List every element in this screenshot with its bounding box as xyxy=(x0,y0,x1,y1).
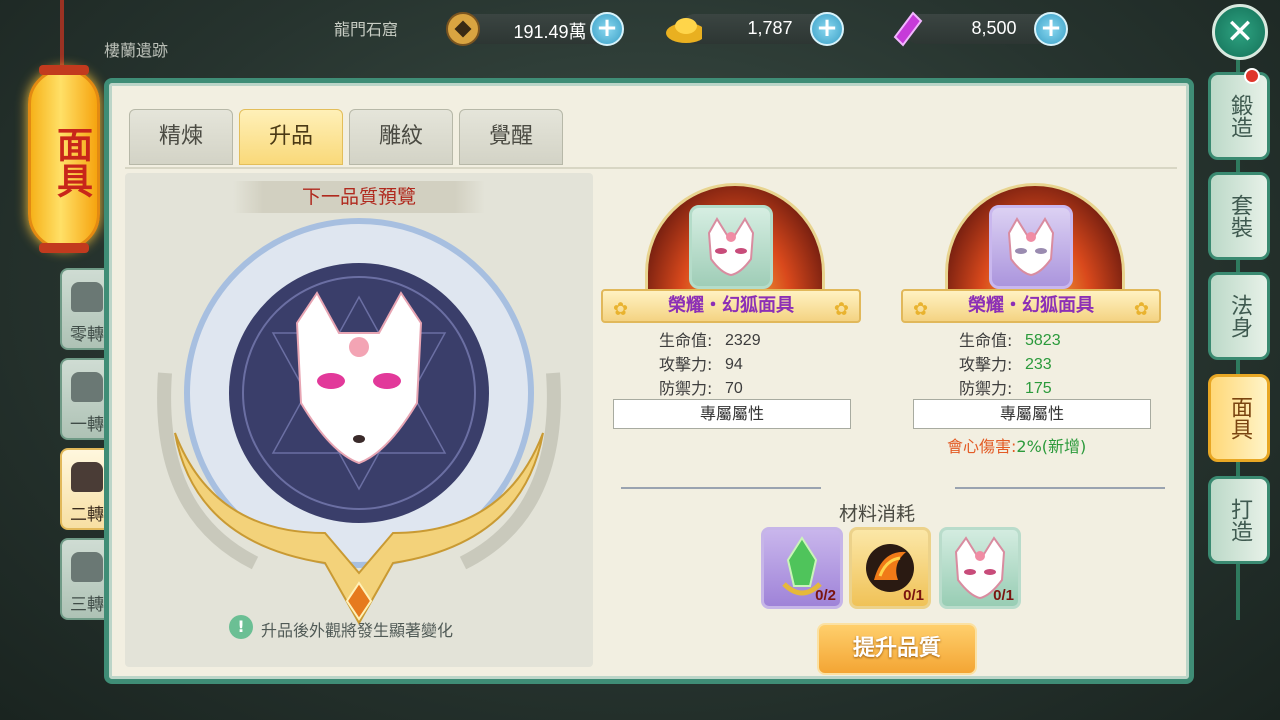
exclusive-attribute-box: 專屬屬性 xyxy=(913,399,1151,429)
info-icon: ! xyxy=(229,615,253,639)
item-name-banner: ✿ 榮耀・幻狐面具 ✿ xyxy=(901,289,1161,323)
stat-atk-value: 233 xyxy=(1025,356,1052,373)
page-title: 面具 xyxy=(51,126,92,198)
location-previous: 樓蘭遺跡 xyxy=(104,41,169,60)
stat-def-label: 防禦力: xyxy=(959,379,1013,398)
stat-hp-label: 生命值: xyxy=(959,331,1013,350)
armor-icon xyxy=(71,462,103,492)
gem-resource: 8,500 + xyxy=(893,11,1068,47)
copper-coin-icon xyxy=(444,10,482,48)
fox-mask-icon[interactable] xyxy=(989,205,1073,289)
tab-upgrade[interactable]: 升品 xyxy=(239,109,343,165)
stat-hp-value: 2329 xyxy=(725,332,761,349)
gold-value: 1,787 xyxy=(747,18,793,38)
divider xyxy=(621,487,821,489)
crit-damage-line: 會心傷害:2%(新增) xyxy=(947,433,1086,457)
side-tab-set[interactable]: 套裝 xyxy=(1208,172,1270,260)
armor-icon xyxy=(71,552,103,582)
location-current: 龍門石窟 xyxy=(334,20,399,39)
lantern-rope xyxy=(60,0,64,70)
material-count: 0/2 xyxy=(815,587,836,604)
copper-resource: 191.49萬 + xyxy=(446,12,624,46)
stat-atk-label: 攻擊力: xyxy=(659,355,713,374)
tier-tab-1[interactable]: 一轉 xyxy=(60,358,110,440)
copper-value: 191.49萬 xyxy=(513,22,587,42)
material-count: 0/1 xyxy=(903,587,924,604)
side-tab-forge[interactable]: 鍛造 xyxy=(1208,72,1270,160)
divider xyxy=(955,487,1165,489)
flower-icon: ✿ xyxy=(833,299,849,320)
exclusive-attribute-box: 專屬屬性 xyxy=(613,399,851,429)
notification-dot xyxy=(1244,68,1260,84)
gem-value: 8,500 xyxy=(971,18,1017,38)
add-gold-button[interactable]: + xyxy=(810,12,844,46)
stat-hp-label: 生命值: xyxy=(659,331,713,350)
gold-resource: 1,787 + xyxy=(666,12,844,46)
preview-hint: 升品後外觀將發生顯著變化 xyxy=(261,621,454,640)
crit-value: 2%(新增) xyxy=(1016,437,1087,456)
fox-mask-icon[interactable] xyxy=(689,205,773,289)
add-gem-button[interactable]: + xyxy=(1034,12,1068,46)
materials-title: 材料消耗 xyxy=(839,503,916,525)
flower-icon: ✿ xyxy=(1133,299,1149,320)
tab-refine[interactable]: 精煉 xyxy=(129,109,233,165)
tier-tab-3[interactable]: 三轉 xyxy=(60,538,110,620)
main-panel: 精煉 升品 雕紋 覺醒 下一品質預覽 ! 升品後外觀將發生顯著變化 ✿ 榮耀・幻… xyxy=(104,78,1194,684)
stat-def-label: 防禦力: xyxy=(659,379,713,398)
material-slot-crystal[interactable]: 0/2 xyxy=(761,527,843,609)
stats-list: 生命值: 2329 攻擊力: 94 防禦力: 70 xyxy=(659,329,761,401)
lantern-title-badge: 面具 xyxy=(28,65,100,253)
material-count: 0/1 xyxy=(993,587,1014,604)
close-icon[interactable]: ✕ xyxy=(1212,4,1268,60)
gold-ingot-icon xyxy=(664,10,702,48)
purple-gem-icon xyxy=(888,10,926,48)
fox-mask-preview-image xyxy=(157,218,561,626)
flower-icon: ✿ xyxy=(913,299,929,320)
add-copper-button[interactable]: + xyxy=(590,12,624,46)
stats-list: 生命值: 5823 攻擊力: 233 防禦力: 175 xyxy=(959,329,1061,401)
side-tab-craft[interactable]: 打造 xyxy=(1208,476,1270,564)
preview-title: 下一品質預覽 xyxy=(233,181,485,213)
tier-tab-2[interactable]: 二轉 xyxy=(60,448,110,530)
tier-tab-0[interactable]: 零轉 xyxy=(60,268,110,350)
tab-divider xyxy=(125,167,1177,169)
tab-awaken[interactable]: 覺醒 xyxy=(459,109,563,165)
upgrade-quality-button[interactable]: 提升品質 xyxy=(817,623,977,675)
stat-atk-label: 攻擊力: xyxy=(959,355,1013,374)
item-name-banner: ✿ 榮耀・幻狐面具 ✿ xyxy=(601,289,861,323)
stat-hp-value: 5823 xyxy=(1025,332,1061,349)
side-tab-mask[interactable]: 面具 xyxy=(1208,374,1270,462)
armor-icon xyxy=(71,372,103,402)
next-item-card: ✿ 榮耀・幻狐面具 ✿ 生命值: 5823 攻擊力: 233 防禦力: 175 專屬屬… xyxy=(901,179,1169,459)
armor-icon xyxy=(71,282,103,312)
flower-icon: ✿ xyxy=(613,299,629,320)
material-slot-mask[interactable]: 0/1 xyxy=(939,527,1021,609)
current-item-card: ✿ 榮耀・幻狐面具 ✿ 生命值: 2329 攻擊力: 94 防禦力: 70 專屬屬性 xyxy=(601,179,869,459)
stat-atk-value: 94 xyxy=(725,356,743,373)
top-bar: 龍門石窟 樓蘭遺跡 191.49萬 + 1,787 + 8,500 + ✕ xyxy=(0,0,1280,60)
item-name: 榮耀・幻狐面具 xyxy=(968,295,1094,316)
preview-panel: 下一品質預覽 ! 升品後外觀將發生顯著變化 xyxy=(125,173,593,667)
item-name: 榮耀・幻狐面具 xyxy=(668,295,794,316)
tab-engrave[interactable]: 雕紋 xyxy=(349,109,453,165)
crit-label: 會心傷害: xyxy=(947,437,1017,456)
stat-def-value: 70 xyxy=(725,380,743,397)
side-tab-avatar[interactable]: 法身 xyxy=(1208,272,1270,360)
stat-def-value: 175 xyxy=(1025,380,1052,397)
material-slot-flame[interactable]: 0/1 xyxy=(849,527,931,609)
